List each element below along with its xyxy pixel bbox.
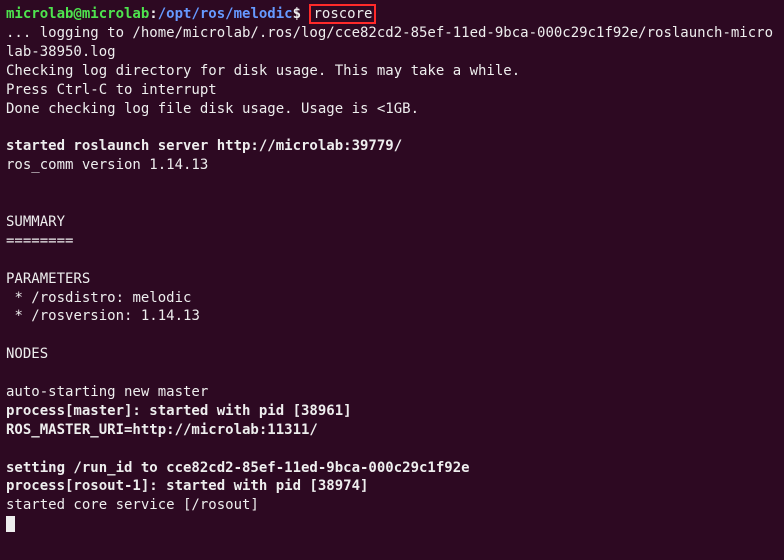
log-line: ... logging to /home/microlab/.ros/log/c… [6, 25, 773, 60]
log-line: ROS_MASTER_URI=http://microlab:11311/ [6, 422, 318, 438]
command-text: roscore [313, 6, 372, 22]
log-line: setting /run_id to cce82cd2-85ef-11ed-9b… [6, 460, 470, 476]
prompt-dollar: $ [293, 6, 301, 22]
command-highlight: roscore [309, 4, 376, 24]
log-line: ros_comm version 1.14.13 [6, 157, 208, 173]
prompt-path: /opt/ros/melodic [158, 6, 293, 22]
log-line: ======== [6, 233, 73, 249]
prompt-colon: : [149, 6, 157, 22]
cursor-icon [6, 516, 15, 532]
log-line: * /rosversion: 1.14.13 [6, 308, 200, 324]
prompt-user: microlab@microlab [6, 6, 149, 22]
log-line: Checking log directory for disk usage. T… [6, 63, 520, 79]
log-line: Done checking log file disk usage. Usage… [6, 101, 419, 117]
log-line: process[rosout-1]: started with pid [389… [6, 478, 368, 494]
log-line: started roslaunch server http://microlab… [6, 138, 402, 154]
log-line: Press Ctrl-C to interrupt [6, 82, 217, 98]
terminal-output[interactable]: microlab@microlab:/opt/ros/melodic$ rosc… [6, 4, 778, 534]
log-line: auto-starting new master [6, 384, 208, 400]
log-line: process[master]: started with pid [38961… [6, 403, 352, 419]
log-line: SUMMARY [6, 214, 65, 230]
log-line: PARAMETERS [6, 271, 90, 287]
log-line: * /rosdistro: melodic [6, 290, 191, 306]
log-line: NODES [6, 346, 48, 362]
log-line: started core service [/rosout] [6, 497, 259, 513]
